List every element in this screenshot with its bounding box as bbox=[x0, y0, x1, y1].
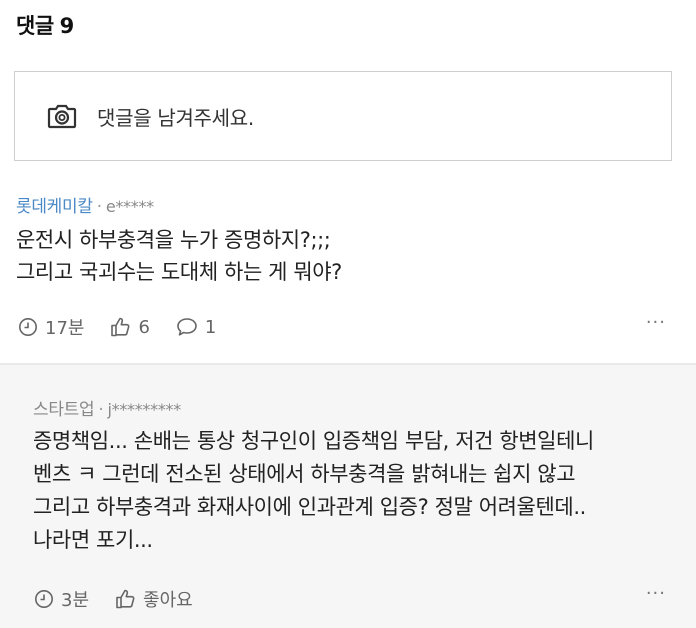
comment-header-title: 댓글 bbox=[16, 14, 54, 38]
comment-count: 9 bbox=[59, 14, 75, 38]
like-label: 좋아요 bbox=[143, 590, 193, 611]
like-button[interactable]: 6 bbox=[110, 316, 150, 338]
comment-input[interactable]: 댓글을 남겨주세요. bbox=[14, 71, 672, 161]
comment-actions: 17분 6 1 bbox=[18, 314, 242, 340]
comment-header: 댓글 9 bbox=[16, 10, 74, 40]
speech-bubble-icon bbox=[177, 318, 197, 336]
comment-nickname[interactable]: 롯데케미칼 bbox=[16, 197, 93, 217]
camera-icon[interactable] bbox=[47, 102, 77, 130]
clock-icon bbox=[19, 318, 37, 336]
reply-item: 스타트업 · j********* 증명책임... 손배는 통상 청구인이 입증책임… bbox=[0, 365, 696, 628]
comment-meta: 롯데케미칼 · e***** bbox=[16, 192, 154, 217]
comment-time-text: 17분 bbox=[45, 318, 85, 339]
comment-time: 17분 bbox=[18, 314, 84, 340]
reply-count: 1 bbox=[204, 316, 217, 338]
meta-separator: · bbox=[96, 197, 102, 217]
reply-time-text: 3분 bbox=[61, 590, 90, 611]
reply-actions: 3분 좋아요 bbox=[34, 586, 219, 612]
reply-meta: 스타트업 · j********* bbox=[33, 395, 181, 420]
reply-user-id: j********* bbox=[107, 400, 181, 419]
thumbs-up-icon bbox=[111, 317, 130, 337]
clock-icon bbox=[35, 590, 53, 608]
comment-user-id: e***** bbox=[105, 197, 154, 216]
comment-input-placeholder: 댓글을 남겨주세요. bbox=[97, 105, 254, 130]
more-options-icon[interactable]: ··· bbox=[646, 312, 666, 333]
reply-nickname[interactable]: 스타트업 bbox=[33, 400, 95, 420]
comment-item: 롯데케미칼 · e***** 운전시 하부충격을 누가 증명하지?;;; 그리고 국… bbox=[0, 188, 696, 363]
reply-button[interactable]: 1 bbox=[176, 317, 216, 338]
like-button[interactable]: 좋아요 bbox=[115, 586, 193, 612]
thumbs-up-icon bbox=[116, 589, 135, 609]
meta-separator: · bbox=[98, 400, 104, 420]
like-count: 6 bbox=[138, 316, 150, 338]
reply-time: 3분 bbox=[34, 586, 89, 612]
comment-text: 운전시 하부충격을 누가 증명하지?;;; 그리고 국괴수는 도대체 하는 게 … bbox=[16, 228, 342, 284]
more-options-icon[interactable]: ··· bbox=[646, 583, 666, 604]
reply-text: 증명책임... 손배는 통상 청구인이 입증책임 부담, 저건 항변일테니 벤츠… bbox=[33, 429, 594, 552]
